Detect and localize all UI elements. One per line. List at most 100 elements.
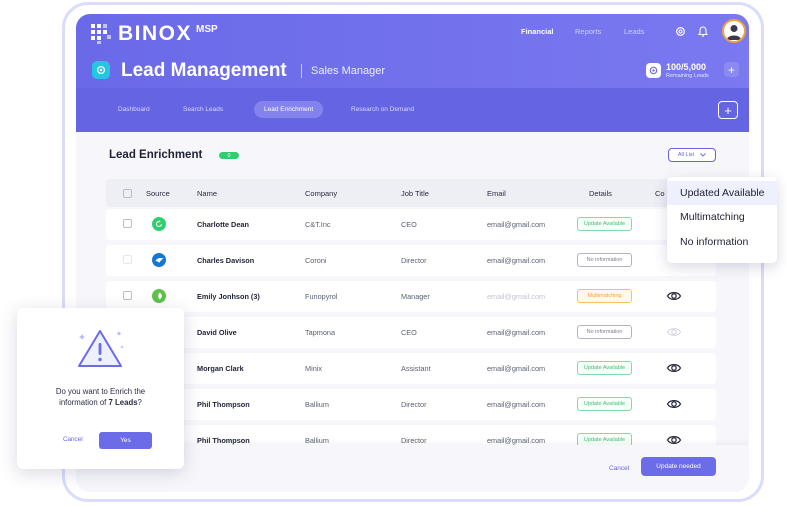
row-checkbox[interactable] bbox=[123, 219, 132, 228]
section-title: Lead Enrichment bbox=[109, 149, 203, 161]
row-checkbox[interactable] bbox=[123, 255, 132, 264]
lead-company: Minix bbox=[305, 364, 323, 373]
row-checkbox[interactable] bbox=[123, 291, 132, 300]
select-all-checkbox[interactable] bbox=[123, 189, 132, 198]
list-filter-select[interactable]: All List bbox=[668, 148, 716, 162]
details-status[interactable]: Multimatching bbox=[577, 289, 632, 303]
lead-name[interactable]: Charlotte Dean bbox=[197, 220, 249, 229]
lead-name[interactable]: Charles Davison bbox=[197, 256, 254, 265]
table-row[interactable]: Phil Thompson Ballium Director email@gma… bbox=[106, 389, 716, 420]
table-row[interactable]: Morgan Clark Minix Assistant email@gmail… bbox=[106, 353, 716, 384]
avatar[interactable] bbox=[722, 19, 746, 43]
lead-email: email@gmail.com bbox=[487, 436, 546, 445]
leaf-icon bbox=[152, 289, 166, 303]
chevron-down-icon bbox=[700, 153, 706, 157]
lead-email: email@gmail.com bbox=[487, 256, 546, 265]
eye-icon[interactable] bbox=[666, 325, 682, 339]
count-badge: 0 bbox=[219, 152, 239, 159]
dialog-yes-button[interactable]: Yes bbox=[99, 432, 152, 449]
details-status[interactable]: Update Available bbox=[577, 361, 632, 375]
menu-item-multimatching[interactable]: Multimatching bbox=[667, 205, 777, 229]
lead-email: email@gmail.com bbox=[487, 364, 546, 373]
table-row[interactable]: Charles Davison Coroni Director email@gm… bbox=[106, 245, 716, 276]
lead-management-icon bbox=[92, 61, 110, 79]
credits-label: Remaining Leads bbox=[666, 73, 709, 79]
topnav-reports[interactable]: Reports bbox=[575, 27, 601, 36]
col-company[interactable]: Company bbox=[305, 189, 337, 198]
details-status[interactable]: No information bbox=[577, 325, 632, 339]
brand-name: BINOX bbox=[118, 22, 193, 45]
lead-email: email@gmail.com bbox=[487, 400, 546, 409]
lead-name[interactable]: Phil Thompson bbox=[197, 436, 250, 445]
lead-company: C&T.Inc bbox=[305, 220, 331, 229]
lead-company: Coroni bbox=[305, 256, 327, 265]
menu-item-updated-available[interactable]: Updated Available bbox=[667, 181, 777, 205]
lead-name[interactable]: Morgan Clark bbox=[197, 364, 244, 373]
col-email[interactable]: Email bbox=[487, 189, 506, 198]
lead-company: Funopyrol bbox=[305, 292, 338, 301]
lead-name[interactable]: David Olive bbox=[197, 328, 237, 337]
user-avatar-icon bbox=[727, 25, 741, 40]
lead-company: Ballium bbox=[305, 400, 329, 409]
update-needed-button[interactable]: Update needed bbox=[641, 457, 716, 476]
title-divider bbox=[301, 64, 302, 78]
tab-research-on-demand[interactable]: Research on Demand bbox=[341, 101, 424, 118]
lead-name[interactable]: Emily Jonhson (3) bbox=[197, 292, 260, 301]
lead-job-title: Assistant bbox=[401, 364, 431, 373]
table-header: Source Name Company Job Title Email Deta… bbox=[106, 179, 716, 207]
lead-email: email@gmail.com bbox=[487, 220, 546, 229]
cancel-button[interactable]: Cancel bbox=[609, 465, 629, 472]
plus-icon: + bbox=[724, 102, 732, 118]
lead-email: email@gmail.com bbox=[487, 292, 546, 301]
lead-job-title: CEO bbox=[401, 220, 417, 229]
lead-email: email@gmail.com bbox=[487, 328, 546, 337]
credits-icon bbox=[646, 63, 661, 78]
logo-icon bbox=[91, 24, 111, 44]
col-job-title[interactable]: Job Title bbox=[401, 189, 429, 198]
details-status[interactable]: Update Available bbox=[577, 217, 632, 231]
eye-icon[interactable] bbox=[666, 361, 682, 375]
dialog-message: Do you want to Enrich the information of… bbox=[17, 386, 184, 408]
tab-lead-enrichment[interactable]: Lead Enrichment bbox=[254, 101, 324, 118]
lead-name[interactable]: Phil Thompson bbox=[197, 400, 250, 409]
eye-icon[interactable] bbox=[666, 397, 682, 411]
add-credits-button[interactable]: + bbox=[724, 62, 739, 77]
table-row[interactable]: Emily Jonhson (3) Funopyrol Manager emai… bbox=[106, 281, 716, 312]
logo[interactable]: BINOX MSP bbox=[90, 22, 218, 46]
tab-dashboard[interactable]: Dashboard bbox=[108, 101, 160, 118]
table-row[interactable]: David Olive Tapmona CEO email@gmail.com … bbox=[106, 317, 716, 348]
page-title: Lead Management bbox=[121, 60, 287, 81]
topnav-leads[interactable]: Leads bbox=[624, 27, 644, 36]
settings-icon[interactable] bbox=[672, 23, 688, 39]
col-source[interactable]: Source bbox=[146, 189, 170, 198]
refresh-icon bbox=[152, 217, 166, 231]
dialog-message-line1: Do you want to Enrich the bbox=[55, 387, 146, 396]
lead-company: Ballium bbox=[305, 436, 329, 445]
col-contact[interactable]: Co bbox=[655, 189, 665, 198]
table-row[interactable]: Charlotte Dean C&T.Inc CEO email@gmail.c… bbox=[106, 209, 716, 240]
eye-icon[interactable] bbox=[666, 289, 682, 303]
col-name[interactable]: Name bbox=[197, 189, 217, 198]
plus-icon: + bbox=[727, 62, 735, 77]
add-tab-button[interactable]: + bbox=[718, 101, 738, 119]
lead-job-title: CEO bbox=[401, 328, 417, 337]
details-status[interactable]: Update Available bbox=[577, 397, 632, 411]
lead-job-title: Director bbox=[401, 256, 427, 265]
bell-icon[interactable] bbox=[695, 23, 711, 39]
enrich-confirm-dialog: Do you want to Enrich the information of… bbox=[17, 308, 184, 469]
topnav-financial[interactable]: Financial bbox=[521, 27, 554, 36]
dialog-cancel-button[interactable]: Cancel bbox=[63, 436, 83, 443]
lead-job-title: Director bbox=[401, 400, 427, 409]
lead-job-title: Manager bbox=[401, 292, 430, 301]
brand-suffix: MSP bbox=[196, 23, 218, 35]
lead-company: Tapmona bbox=[305, 328, 336, 337]
bird-icon bbox=[152, 253, 166, 267]
credits-value: 100/5,000 bbox=[666, 62, 707, 72]
tab-bar: Dashboard Search Leads Lead Enrichment R… bbox=[76, 88, 749, 132]
list-filter-value: All List bbox=[677, 152, 695, 158]
menu-item-no-information[interactable]: No information bbox=[667, 230, 777, 254]
lead-job-title: Director bbox=[401, 436, 427, 445]
col-details[interactable]: Details bbox=[589, 189, 612, 198]
tab-search-leads[interactable]: Search Leads bbox=[173, 101, 233, 118]
details-status[interactable]: No information bbox=[577, 253, 632, 267]
